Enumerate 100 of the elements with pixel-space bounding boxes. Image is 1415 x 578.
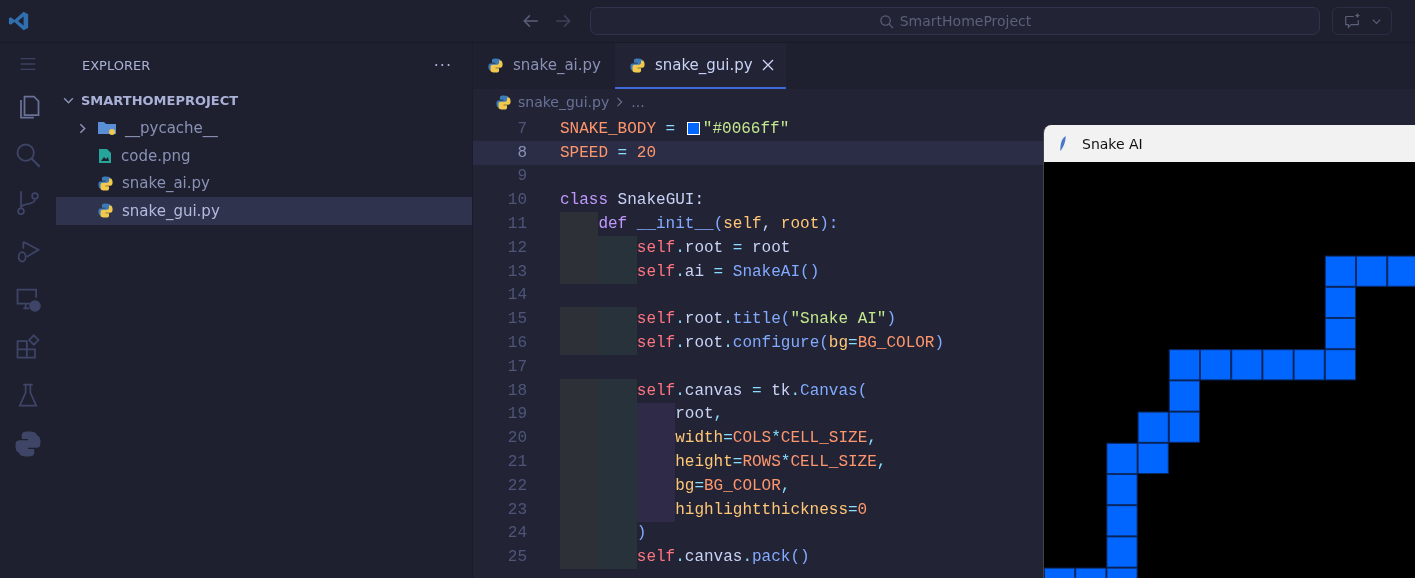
line-number: 21 bbox=[506, 453, 527, 472]
python-icon[interactable] bbox=[13, 429, 43, 459]
code-token: ( bbox=[780, 310, 791, 329]
code-token: "#0066ff" bbox=[702, 119, 790, 138]
code-token: highlightthickness bbox=[675, 500, 848, 519]
search-icon[interactable] bbox=[14, 141, 42, 169]
code-token: SNAKE_BODY bbox=[560, 119, 656, 138]
code-token: self bbox=[636, 548, 676, 567]
line-number: 25 bbox=[506, 548, 527, 567]
code-token: self bbox=[636, 238, 676, 257]
code-token: root bbox=[752, 238, 791, 257]
code-token: SnakeGUI: bbox=[616, 191, 705, 210]
code-token: canvas bbox=[684, 381, 743, 400]
feather-icon bbox=[1058, 134, 1068, 153]
code-token: . bbox=[675, 262, 685, 281]
code-token: , bbox=[780, 476, 791, 495]
code-token: , bbox=[867, 429, 877, 448]
extensions-icon[interactable] bbox=[14, 333, 42, 361]
close-icon[interactable] bbox=[761, 59, 774, 71]
explorer-title: EXPLORER bbox=[82, 57, 151, 73]
code-token: Canvas bbox=[800, 381, 858, 400]
code-token: = bbox=[616, 143, 629, 162]
code-token: ai bbox=[684, 262, 704, 281]
code-token: root bbox=[684, 310, 724, 329]
code-token: root bbox=[684, 238, 724, 257]
code-token: BG_COLOR bbox=[857, 334, 935, 353]
code-token: . bbox=[675, 548, 685, 567]
code-token: = bbox=[732, 453, 743, 472]
python-file-icon bbox=[97, 174, 114, 192]
code-token: title bbox=[732, 310, 781, 329]
code-token: ( bbox=[819, 334, 829, 353]
code-token: self bbox=[636, 310, 676, 329]
code-token: BG_COLOR bbox=[704, 476, 781, 495]
line-number: 17 bbox=[506, 357, 527, 376]
tree-item[interactable]: snake_gui.py bbox=[56, 197, 472, 225]
more-actions-button[interactable]: ··· bbox=[433, 55, 452, 75]
code-token: CELL_SIZE bbox=[780, 429, 868, 448]
code-token: ) bbox=[886, 310, 897, 329]
python-file-icon bbox=[487, 56, 504, 74]
code-token: height bbox=[675, 453, 733, 472]
code-token: = bbox=[664, 119, 677, 138]
line-number: 23 bbox=[506, 500, 527, 519]
code-token: ): bbox=[819, 215, 839, 234]
image-file-icon bbox=[97, 147, 113, 164]
line-number: 19 bbox=[506, 405, 527, 424]
line-number: 14 bbox=[506, 286, 527, 305]
line-number: 20 bbox=[506, 429, 527, 448]
editor-tab[interactable]: snake_ai.py bbox=[473, 43, 615, 89]
code-token: SPEED bbox=[560, 143, 608, 162]
code-token: SnakeAI bbox=[732, 262, 801, 281]
branch-icon[interactable] bbox=[14, 189, 42, 217]
forward-arrow-icon[interactable] bbox=[554, 12, 572, 30]
code-token: CELL_SIZE bbox=[790, 453, 877, 472]
code-token: = bbox=[694, 476, 704, 495]
code-token: pack bbox=[752, 548, 791, 567]
code-token: = bbox=[848, 500, 858, 519]
line-number: 7 bbox=[516, 119, 527, 138]
line-number: 9 bbox=[516, 167, 527, 186]
code-token: () bbox=[790, 548, 810, 567]
code-token: root bbox=[684, 334, 724, 353]
code-token: . bbox=[790, 381, 801, 400]
line-number: 18 bbox=[506, 381, 527, 400]
folder-icon bbox=[97, 120, 117, 137]
code-token: * bbox=[771, 429, 781, 448]
line-number: 15 bbox=[506, 310, 527, 329]
menu-icon[interactable] bbox=[19, 55, 37, 73]
chat-button[interactable] bbox=[1332, 7, 1392, 35]
tree-item[interactable]: code.png bbox=[56, 142, 472, 170]
code-token: = bbox=[712, 262, 725, 281]
tree-item[interactable]: __pycache__ bbox=[56, 114, 472, 142]
code-token: ( bbox=[857, 381, 868, 400]
tree-item[interactable]: SMARTHOMEPROJECT bbox=[56, 87, 472, 115]
code-token: bg bbox=[675, 476, 695, 495]
line-number: 10 bbox=[506, 191, 527, 210]
line-number: 11 bbox=[506, 215, 527, 234]
code-token: class bbox=[560, 191, 608, 210]
color-swatch[interactable] bbox=[686, 122, 700, 136]
search-icon bbox=[878, 13, 894, 29]
code-token: bg bbox=[828, 334, 849, 353]
code-token: = bbox=[731, 238, 744, 257]
breadcrumb-item[interactable]: snake_gui.py bbox=[518, 94, 610, 110]
line-number: 8 bbox=[516, 143, 527, 162]
python-file-icon bbox=[97, 202, 114, 220]
tree-item[interactable]: snake_ai.py bbox=[56, 169, 472, 197]
code-token: 20 bbox=[636, 143, 657, 162]
code-token: __init__ bbox=[635, 215, 714, 234]
python-file-icon bbox=[495, 93, 512, 111]
code-token: . bbox=[723, 310, 733, 329]
code-token: tk bbox=[771, 381, 791, 400]
code-token: . bbox=[675, 381, 685, 400]
code-token: width bbox=[675, 429, 724, 448]
code-token: self bbox=[636, 334, 676, 353]
line-number: 24 bbox=[506, 524, 527, 543]
code-token: COLS bbox=[732, 429, 772, 448]
back-arrow-icon[interactable] bbox=[522, 12, 540, 30]
line-number: 12 bbox=[506, 238, 527, 257]
code-token: . bbox=[675, 310, 685, 329]
code-token: () bbox=[800, 262, 820, 281]
editor-tab[interactable]: snake_gui.py bbox=[614, 43, 786, 89]
breadcrumb-item[interactable]: ... bbox=[631, 94, 645, 110]
